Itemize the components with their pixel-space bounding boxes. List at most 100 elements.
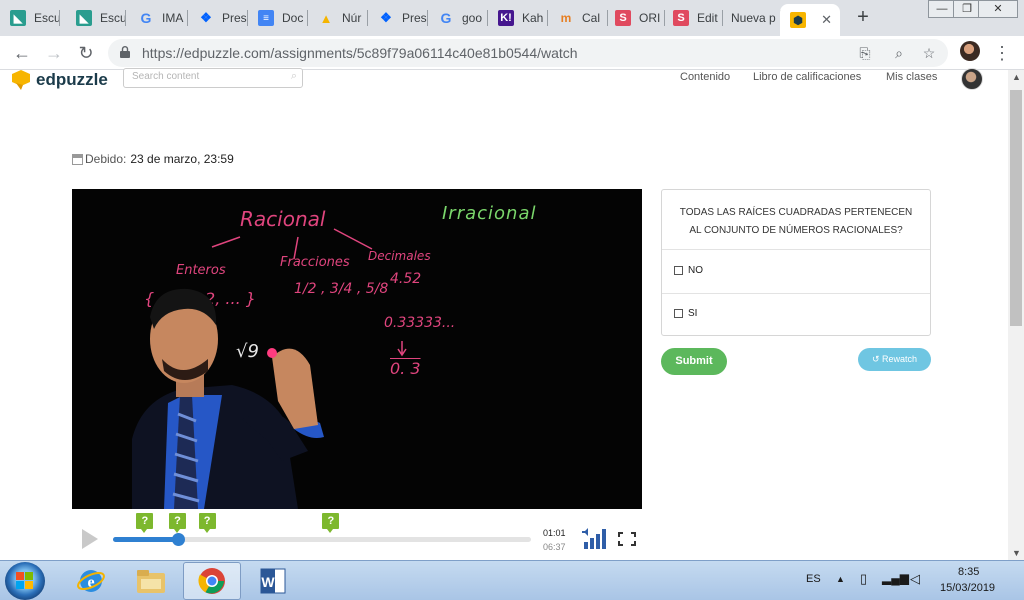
dropbox-icon: ❖ — [380, 10, 392, 25]
question-marker[interactable]: ? — [198, 513, 216, 533]
submit-button[interactable]: Submit — [661, 348, 727, 375]
edu-icon: ◣ — [76, 10, 92, 26]
tab-title: IMA — [162, 11, 184, 25]
checkbox[interactable] — [674, 266, 683, 275]
bookmark-star-icon[interactable]: ☆ — [920, 44, 938, 62]
current-time: 01:01 — [543, 528, 566, 538]
progress-track[interactable] — [113, 533, 531, 546]
browser-tab[interactable]: ◣ Escu — [0, 4, 60, 32]
rewatch-icon: ↺ — [871, 354, 883, 364]
due-label: Debido: — [85, 152, 127, 166]
language-indicator[interactable]: ES — [806, 573, 821, 585]
user-avatar[interactable] — [961, 68, 983, 90]
address-bar[interactable]: https://edpuzzle.com/assignments/5c89f79… — [108, 39, 948, 67]
option-si[interactable]: SI — [674, 308, 914, 319]
edu-icon: ◣ — [10, 10, 26, 26]
progress-fill — [113, 537, 179, 542]
browser-tab[interactable]: S Edit — [663, 4, 723, 32]
tab-title: Kah — [522, 11, 544, 25]
rewatch-button[interactable]: ↺ Rewatch — [858, 348, 931, 371]
question-marker[interactable]: ? — [168, 513, 186, 533]
option-label: SI — [688, 308, 698, 319]
due-date: Debido: 23 de marzo, 23:59 — [72, 152, 234, 166]
browser-tab[interactable]: ≡ Doc — [248, 4, 308, 32]
browser-tab[interactable]: S ORI — [605, 4, 665, 32]
page-scrollbar[interactable]: ▲ ▼ — [1008, 70, 1024, 560]
tab-title: Pres — [222, 11, 247, 25]
search-input[interactable]: Search content ⌕ — [123, 68, 303, 88]
edpuzzle-icon: ⬢ — [790, 12, 806, 28]
network-icon[interactable]: ▂▄▆ — [882, 571, 909, 585]
tab-title: Escu — [34, 11, 60, 25]
browser-tab-strip: ◣ Escu ◣ Escu G IMA ❖ Pres ≡ Doc ▲ Núr ❖ Pres G… — [0, 0, 1024, 36]
browser-tab[interactable]: ❖ Pres — [368, 4, 428, 32]
question-text: TODAS LAS RAÍCES CUADRADAS PERTENECEN AL… — [662, 190, 930, 250]
translate-icon[interactable]: ⎘ — [856, 44, 874, 62]
edpuzzle-logo[interactable]: edpuzzle — [10, 70, 108, 90]
option-no[interactable]: NO — [674, 265, 914, 276]
word-icon[interactable]: W — [244, 562, 302, 600]
nav-contenido[interactable]: Contenido — [680, 71, 730, 83]
play-icon[interactable] — [82, 529, 98, 549]
browser-toolbar: ← → ↻ https://edpuzzle.com/assignments/5… — [0, 36, 1024, 70]
google-icon: G — [440, 10, 452, 26]
kahoot-icon: K! — [498, 10, 514, 26]
clock-date[interactable]: 15/03/2019 — [940, 582, 995, 594]
forward-icon[interactable]: → — [42, 41, 66, 65]
scroll-down-icon[interactable]: ▼ — [1012, 548, 1021, 558]
restore-icon[interactable]: ❐ — [953, 0, 981, 18]
back-icon[interactable]: ← — [10, 41, 34, 65]
volume-icon[interactable] — [582, 527, 608, 549]
file-explorer-icon[interactable] — [122, 562, 180, 600]
new-tab-icon[interactable]: + — [854, 6, 872, 29]
browser-tab[interactable]: m Cal — [548, 4, 608, 32]
video-controls: ? ? ? ? 01:01 06:37 — [72, 509, 642, 560]
tab-title: ORI — [639, 11, 661, 25]
minimize-icon[interactable]: — — [928, 0, 956, 18]
url-text: https://edpuzzle.com/assignments/5c89f79… — [142, 45, 578, 61]
progress-knob[interactable] — [172, 533, 186, 546]
question-marker[interactable]: ? — [136, 513, 154, 533]
reload-icon[interactable]: ↻ — [74, 41, 98, 65]
close-tab-icon[interactable]: ✕ — [821, 12, 832, 28]
chrome-icon[interactable] — [183, 562, 241, 600]
nav-libro-calificaciones[interactable]: Libro de calificaciones — [753, 71, 861, 83]
video-frame[interactable]: Racional Irracional Enteros { ..., 1, 2,… — [72, 189, 642, 509]
fullscreen-icon[interactable] — [618, 532, 636, 546]
browser-tab[interactable]: G IMA — [128, 4, 188, 32]
tab-title: Cal — [582, 11, 601, 25]
browser-tab[interactable]: K! Kah — [488, 4, 548, 32]
browser-tab[interactable]: ❖ Pres — [188, 4, 248, 32]
start-button[interactable] — [5, 562, 45, 600]
svg-text:W: W — [261, 574, 275, 590]
profile-avatar[interactable] — [960, 41, 980, 61]
search-placeholder: Search content — [132, 71, 200, 82]
edpuzzle-header: edpuzzle Search content ⌕ Contenido Libr… — [0, 68, 1008, 92]
zoom-icon[interactable]: ⌕ — [890, 44, 908, 62]
scrollbar-thumb[interactable] — [1010, 90, 1022, 326]
scroll-up-icon[interactable]: ▲ — [1012, 72, 1021, 82]
browser-tab[interactable]: ▲ Núr — [308, 4, 368, 32]
tray-expand-icon[interactable]: ▲ — [836, 574, 845, 584]
nav-mis-clases[interactable]: Mis clases — [886, 71, 937, 83]
lock-icon — [120, 46, 130, 58]
docs-icon: ≡ — [258, 10, 274, 26]
browser-tab-active[interactable]: ⬢ ✕ — [780, 4, 840, 36]
due-value: 23 de marzo, 23:59 — [130, 152, 234, 166]
battery-icon[interactable]: ▯ — [860, 571, 867, 587]
clock-time[interactable]: 8:35 — [958, 566, 979, 578]
browser-tab[interactable]: ◣ Escu — [66, 4, 126, 32]
tab-title: Escu — [100, 11, 126, 25]
browser-tab[interactable]: Nueva p — [721, 4, 781, 32]
browser-tab[interactable]: Ggoo — [428, 4, 488, 32]
speaker-icon[interactable]: ◁ — [910, 571, 920, 587]
internet-explorer-icon[interactable]: e — [62, 562, 120, 600]
question-marker[interactable]: ? — [322, 513, 340, 533]
close-window-icon[interactable]: ✕ — [978, 0, 1018, 18]
checkbox[interactable] — [674, 309, 683, 318]
presenter-illustration — [132, 228, 407, 509]
total-time: 06:37 — [543, 542, 566, 552]
menu-icon[interactable]: ⋮ — [990, 41, 1014, 65]
tab-title: goo — [462, 11, 483, 25]
tab-title: Nueva p — [731, 11, 776, 25]
